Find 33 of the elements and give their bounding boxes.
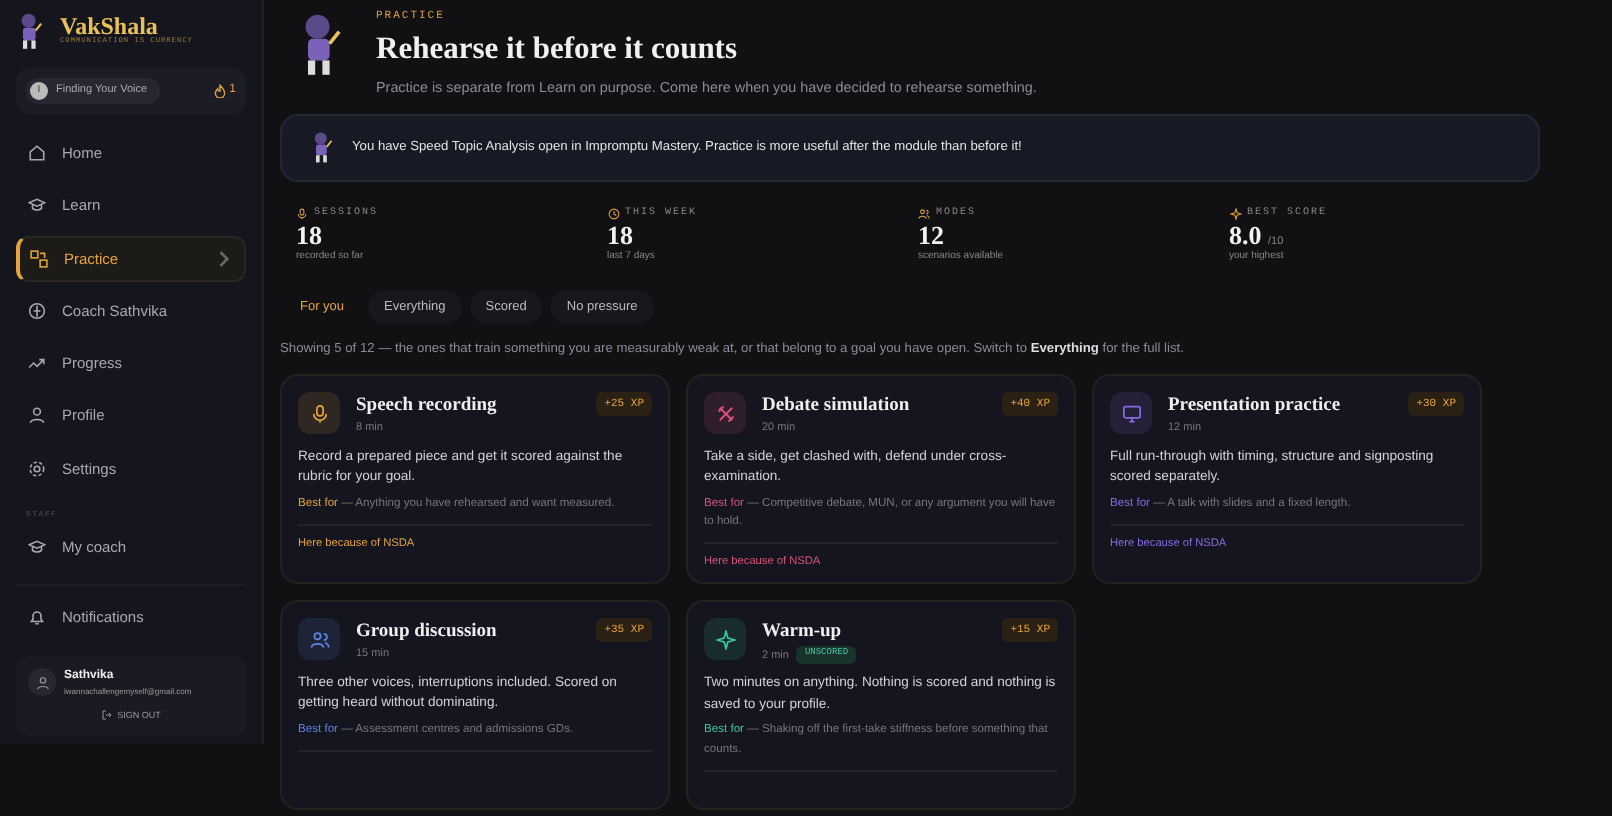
mascot-drawing <box>16 12 44 52</box>
bell-icon <box>28 608 46 627</box>
graduation-cap-icon <box>28 538 46 557</box>
card-title: Presentation practice <box>1168 394 1343 421</box>
flame-icon <box>213 84 226 98</box>
crossed-swords-icon <box>715 403 735 424</box>
people-icon <box>309 629 329 650</box>
page-title: Rehearse it before it counts <box>376 30 740 71</box>
chevron-icon <box>216 249 234 268</box>
microphone-icon <box>309 403 329 424</box>
stat-value: 8.0 <box>1229 219 1262 250</box>
stat-value: 18 <box>296 219 322 250</box>
sparkle-icon <box>715 629 735 650</box>
home-icon <box>28 144 46 163</box>
avatar-icon <box>28 668 56 696</box>
card-title: Debate simulation <box>762 394 912 421</box>
card-title: Group discussion <box>356 620 499 647</box>
clock-icon <box>607 208 619 221</box>
person-icon <box>28 406 46 425</box>
card-title: Speech recording <box>356 394 499 421</box>
graduation-cap-icon <box>28 196 46 215</box>
microphone-icon <box>296 208 308 221</box>
stat-value: 18 <box>607 219 633 250</box>
trend-up-icon <box>28 354 46 373</box>
card-title: Warm-up <box>762 620 844 647</box>
settings-icon <box>28 459 46 478</box>
sparkle-icon <box>1229 208 1241 221</box>
sign-out-icon <box>101 710 112 721</box>
shapes-icon <box>30 249 48 268</box>
brand-name: VakShala <box>60 14 158 39</box>
monitor-icon <box>1121 403 1141 424</box>
people-icon <box>918 208 930 221</box>
stat-value: 12 <box>918 219 944 250</box>
